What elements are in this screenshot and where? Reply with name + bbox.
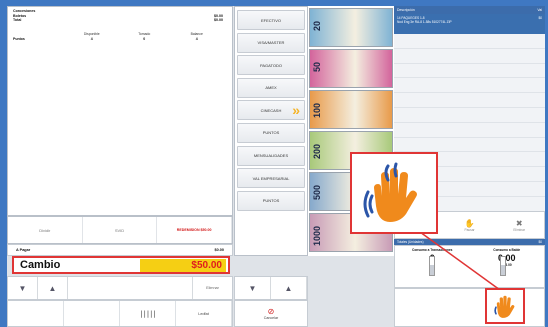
points-cell: 4 — [90, 37, 93, 41]
summary-rows: Concesiones Boletos $0.00 Total $0.00 — [13, 9, 223, 23]
bill-value: 20 — [312, 21, 322, 32]
level-gauge — [499, 256, 506, 276]
bottom-left-toolbar: ||||| Ledfat — [7, 300, 233, 327]
points-cell: 4 — [195, 37, 198, 41]
scroll-down-button[interactable]: ▼ — [235, 277, 271, 299]
hand-icon: ✋ — [464, 218, 475, 228]
bill-value: 1000 — [312, 226, 322, 247]
scroll-up-button[interactable]: ▲ — [38, 277, 68, 299]
chevron-down-icon: ▼ — [18, 283, 27, 293]
level-gauge — [429, 256, 435, 276]
pay-visa-master-button[interactable]: VISA/MASTER — [237, 32, 305, 53]
points-cell: Puntos — [13, 37, 25, 41]
action-label: Pausar — [464, 227, 475, 232]
redemption-button[interactable]: REDEMISION $50.00 — [157, 217, 233, 243]
scroll-down-button[interactable]: ▼ — [8, 277, 38, 299]
amount-due-row: A Pagar $0.00 — [7, 244, 233, 256]
pause-hand-target[interactable] — [485, 288, 525, 324]
bill-button[interactable]: 20 — [309, 8, 393, 47]
table-row[interactable]: 14 PAQUEGES 1-8 Nod Eng 3e RA-8 1-58s 51… — [394, 14, 545, 34]
pay-puntos-button[interactable]: PUNTOS — [237, 122, 305, 143]
pay-puntos-2-button[interactable]: PUNTOS — [237, 190, 305, 211]
chevron-down-icon: ▼ — [248, 283, 257, 293]
cancel-label: Cancelar — [263, 315, 279, 320]
change-label: Cambio — [20, 259, 61, 271]
left-nav-bar: ▼ ▲ Elimnar — [7, 276, 233, 300]
consumption-title: Consumo a Balde — [493, 248, 521, 252]
toolbar-slot[interactable] — [64, 301, 120, 326]
table-row[interactable] — [394, 123, 545, 138]
pay-cinecash-button[interactable]: CINECASH » — [237, 100, 305, 121]
consumption-transactions: Consumo a Transacciones 0 0 — [395, 246, 470, 287]
delete-button[interactable]: Elimnar — [192, 277, 232, 299]
scroll-up-button[interactable]: ▲ — [271, 277, 307, 299]
bill-value: 500 — [312, 185, 322, 201]
payment-methods-panel: EFECTIVO VISA/MASTER PAGATODO AMEX CINEC… — [234, 6, 308, 256]
cancel-icon: ⊘ — [267, 306, 275, 316]
pay-efectivo-button[interactable]: EFECTIVO — [237, 10, 305, 30]
amount-due-label: A Pagar — [16, 248, 31, 252]
summary-label: Total — [13, 18, 22, 23]
points-header-cell: Disponible — [83, 32, 100, 36]
action-label: Eliminar — [513, 227, 525, 232]
bill-button[interactable]: 50 — [309, 49, 393, 88]
pay-mensualidades-button[interactable]: MENSUALIDADES — [237, 145, 305, 166]
summary-row: Total $0.00 — [13, 18, 223, 23]
barcode-icon: ||||| — [139, 309, 156, 318]
table-row[interactable] — [394, 108, 545, 123]
points-header-cell — [13, 32, 66, 36]
cancel-button[interactable]: ⊘ Cancelar — [234, 300, 308, 327]
row-value: $0 — [538, 16, 542, 20]
hand-wave-icon — [363, 162, 417, 222]
consumption-panel: Consumo a Transacciones 0 0 Consumo a Ba… — [394, 245, 545, 288]
svid-button[interactable]: SVID — [83, 217, 158, 243]
change-row: Cambio $50.00 — [12, 256, 230, 274]
divide-button[interactable]: Dividir — [8, 217, 83, 243]
ledger-button[interactable]: Ledfat — [176, 301, 232, 326]
barcode-button[interactable]: ||||| — [120, 301, 176, 326]
points-row: Puntos 4 0 4 — [13, 37, 223, 41]
left-border — [0, 0, 7, 327]
bill-value: 100 — [312, 103, 322, 119]
points-header: Disponible Tomado Balance — [13, 32, 223, 36]
chevron-up-icon: ▲ — [48, 283, 57, 293]
chevron-up-icon: ▲ — [284, 283, 293, 293]
bill-button[interactable]: 100 — [309, 90, 393, 129]
bill-value: 50 — [312, 62, 322, 73]
summary-value: $0.00 — [214, 18, 223, 23]
table-row[interactable] — [394, 64, 545, 79]
change-amount: $50.00 — [140, 258, 226, 272]
bill-value: 200 — [312, 144, 322, 160]
table-row[interactable] — [394, 78, 545, 94]
column-header: Val — [537, 8, 542, 12]
amount-due-value: $0.00 — [214, 248, 224, 252]
order-grid-header: Descripción Val — [394, 6, 545, 14]
consumption-title: Consumo a Transacciones — [412, 248, 453, 252]
points-cell: 0 — [143, 37, 146, 41]
toolbar-slot[interactable] — [8, 301, 64, 326]
pause-button[interactable]: ✋ Pausar — [445, 212, 495, 238]
ledger-label: Ledfat — [198, 311, 209, 316]
column-header: Descripción — [397, 8, 415, 12]
points-header-cell: Tomado — [138, 32, 151, 36]
pay-val-empresarial-button[interactable]: VAL EMPRESARIAL — [237, 168, 305, 189]
table-row[interactable] — [394, 138, 545, 153]
ticket-action-bar: Dividir SVID REDEMISION $50.00 — [7, 216, 233, 244]
delete-item-button[interactable]: ✖ Eliminar — [494, 212, 544, 238]
close-icon: ✖ — [515, 218, 523, 228]
table-row[interactable] — [394, 93, 545, 108]
points-header-cell: Balance — [190, 32, 203, 36]
pay-amex-button[interactable]: AMEX — [237, 77, 305, 98]
middle-nav-bar: ▼ ▲ — [234, 276, 308, 300]
table-row[interactable] — [394, 49, 545, 64]
row-detail: Nod Eng 3e RA-8 1-58s 5102774L ZIP — [397, 20, 452, 25]
pause-hand-callout — [350, 152, 438, 234]
consumption-balde: Consumo a Balde 0.00 / 36.00 — [470, 246, 545, 287]
pay-cinecash-label: CINECASH — [260, 107, 282, 113]
hand-wave-icon — [494, 295, 515, 318]
double-chevron-right-icon: » — [292, 102, 300, 119]
pay-pagatodo-button[interactable]: PAGATODO — [237, 55, 305, 76]
table-row[interactable] — [394, 34, 545, 49]
